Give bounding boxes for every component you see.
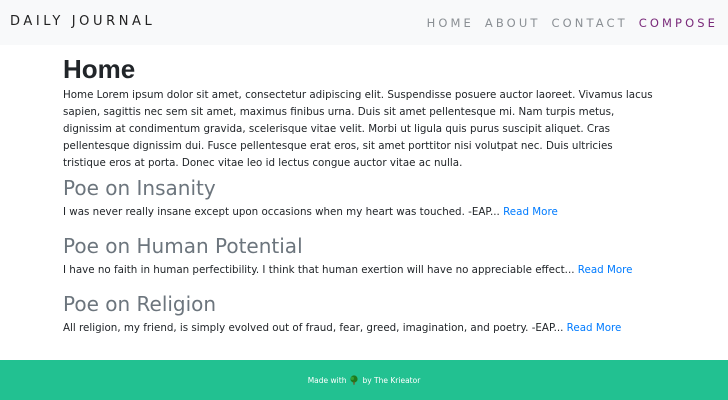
footer: Made with by The Krieator	[0, 360, 728, 400]
read-more-link[interactable]: Read More	[503, 206, 558, 218]
navbar: DAILY JOURNAL HOME ABOUT CONTACT COMPOSE	[0, 0, 728, 45]
post-excerpt-text: I was never really insane except upon oc…	[63, 206, 500, 218]
post-excerpt-text: I have no faith in human perfectibility.…	[63, 264, 575, 276]
post-excerpt: I was never really insane except upon oc…	[63, 204, 657, 221]
home-body-text: Home Lorem ipsum dolor sit amet, consect…	[63, 89, 653, 169]
post-title: Poe on Insanity	[63, 176, 216, 200]
footer-made-with: Made with	[307, 375, 347, 385]
post-title: Poe on Human Potential	[63, 234, 303, 258]
post-item: Poe on Religion All religion, my friend,…	[63, 292, 657, 337]
main-content: Home Home Lorem ipsum dolor sit amet, co…	[63, 55, 657, 337]
nav-links: HOME ABOUT CONTACT COMPOSE	[416, 16, 718, 30]
nav-link-compose[interactable]: COMPOSE	[639, 16, 718, 30]
read-more-link[interactable]: Read More	[567, 322, 622, 334]
footer-author: by The Krieator	[362, 375, 421, 385]
post-item: Poe on Human Potential I have no faith i…	[63, 234, 657, 279]
post-excerpt-text: All religion, my friend, is simply evolv…	[63, 322, 564, 334]
page-title: Home	[63, 54, 136, 84]
brand-logo-link[interactable]: DAILY JOURNAL	[10, 14, 155, 29]
tree-icon	[349, 375, 359, 385]
post-excerpt: I have no faith in human perfectibility.…	[63, 262, 657, 279]
nav-link-contact[interactable]: CONTACT	[551, 16, 627, 30]
post-item: Poe on Insanity I was never really insan…	[63, 176, 657, 221]
nav-link-home[interactable]: HOME	[427, 16, 474, 30]
post-title: Poe on Religion	[63, 292, 217, 316]
post-excerpt: All religion, my friend, is simply evolv…	[63, 320, 657, 337]
nav-link-about[interactable]: ABOUT	[485, 16, 541, 30]
post-list: Poe on Insanity I was never really insan…	[63, 176, 657, 337]
footer-credit: Made with by The Krieator	[307, 375, 421, 385]
read-more-link[interactable]: Read More	[578, 264, 633, 276]
